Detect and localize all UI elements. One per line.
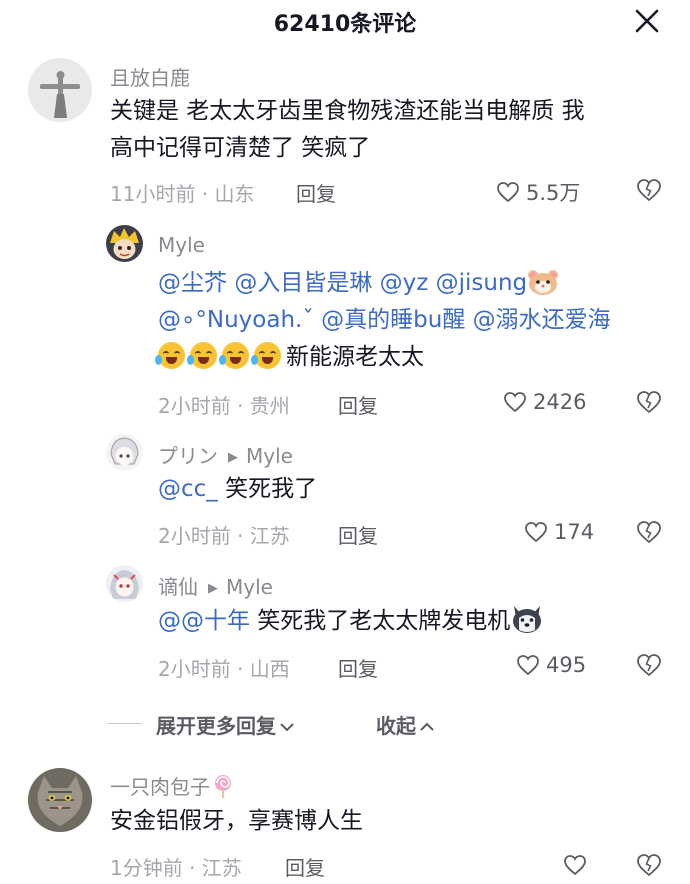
reply-username: プリン ▶ Myle bbox=[158, 440, 293, 469]
reply-text-tail: 新能源老太太 bbox=[286, 344, 424, 370]
reply-body: 笑死我了 bbox=[217, 476, 318, 502]
reply-username[interactable]: Myle bbox=[158, 233, 205, 257]
reply-timestamp: 2小时前 · 山西 bbox=[158, 657, 290, 681]
reply-author[interactable]: 谪仙 bbox=[158, 575, 198, 599]
reply-button[interactable]: 回复 bbox=[338, 520, 378, 549]
thread-controls: 展开更多回复 收起 bbox=[0, 708, 690, 740]
reply-arrow-icon: ▶ bbox=[208, 581, 218, 596]
like-count: 174 bbox=[554, 520, 595, 544]
avatar[interactable] bbox=[106, 225, 143, 262]
crying-laughing-emoji bbox=[251, 342, 281, 369]
hamster-emoji bbox=[528, 270, 559, 295]
like-button[interactable]: 495 bbox=[516, 653, 586, 677]
comment-text-line: 高中记得可清楚了 笑疯了 bbox=[110, 135, 371, 161]
reply-button[interactable]: 回复 bbox=[338, 390, 378, 419]
mention-link[interactable]: @@十年 bbox=[158, 608, 250, 634]
expand-replies-button[interactable]: 展开更多回复 bbox=[156, 710, 295, 739]
divider bbox=[108, 723, 142, 724]
like-count: 2426 bbox=[533, 390, 587, 414]
broken-heart-icon[interactable] bbox=[636, 853, 662, 877]
reply-timestamp: 2小时前 · 贵州 bbox=[158, 394, 290, 418]
reply-username: 谪仙 ▶ Myle bbox=[158, 571, 273, 600]
reply-timestamp: 2小时前 · 江苏 bbox=[158, 524, 290, 548]
mention-link[interactable]: @∘°Nuyoah.ˇ bbox=[158, 307, 314, 333]
reply-body: 笑死我了老太太牌发电机 bbox=[250, 608, 511, 634]
mention-link[interactable]: @入目皆是琳 bbox=[234, 270, 372, 296]
mention-link[interactable]: @尘芥 bbox=[158, 270, 227, 296]
crying-laughing-emoji bbox=[155, 342, 185, 369]
comment-username: 一只肉包子 bbox=[110, 771, 234, 800]
heart-icon bbox=[525, 522, 547, 543]
comment-timestamp: 1分钟前 · 江苏 bbox=[110, 856, 242, 880]
like-count: 495 bbox=[546, 653, 587, 677]
broken-heart-icon[interactable] bbox=[636, 178, 662, 202]
heart-icon bbox=[497, 182, 519, 203]
mention-link[interactable]: @cc_ bbox=[158, 476, 218, 502]
mention-link[interactable]: @真的睡bu醒 bbox=[321, 307, 465, 333]
expand-label: 展开更多回复 bbox=[156, 714, 276, 738]
heart-icon[interactable] bbox=[563, 854, 587, 876]
avatar[interactable] bbox=[28, 768, 92, 832]
reply-button[interactable]: 回复 bbox=[296, 178, 336, 207]
collapse-replies-button[interactable]: 收起 bbox=[376, 710, 435, 739]
comment-text: 安金铝假牙，享赛博人生 bbox=[110, 808, 363, 834]
reply-text: @尘芥 @入目皆是琳 @yz @jisung @∘°Nuyoah.ˇ @真的睡b… bbox=[155, 265, 611, 376]
mention-link[interactable]: @jisung bbox=[436, 270, 528, 296]
avatar[interactable] bbox=[106, 565, 143, 602]
reply-arrow-icon: ▶ bbox=[228, 450, 238, 465]
comment-timestamp: 11小时前 · 山东 bbox=[110, 182, 255, 206]
comments-header: 62410条评论 bbox=[0, 0, 690, 44]
comment-text-line: 关键是 老太太牙齿里食物残渣还能当电解质 我 bbox=[110, 98, 585, 124]
reply-target[interactable]: Myle bbox=[246, 444, 293, 468]
reply-target[interactable]: Myle bbox=[226, 575, 273, 599]
reply-text: @@十年 笑死我了老太太牌发电机 bbox=[158, 603, 544, 640]
comment-count-title: 62410条评论 bbox=[273, 12, 417, 37]
reply-button[interactable]: 回复 bbox=[285, 852, 325, 881]
reply-text-line: @∘°Nuyoah.ˇ @真的睡bu醒 @溺水还爱海 bbox=[158, 302, 611, 339]
like-button[interactable]: 5.5万 bbox=[496, 177, 580, 207]
husky-emoji bbox=[513, 606, 542, 633]
like-button[interactable]: 174 bbox=[524, 520, 594, 544]
like-button[interactable]: 2426 bbox=[503, 390, 586, 414]
heart-icon bbox=[504, 392, 526, 413]
reply-author[interactable]: プリン bbox=[158, 444, 218, 468]
close-icon[interactable] bbox=[634, 8, 660, 34]
avatar[interactable] bbox=[28, 58, 92, 122]
collapse-label: 收起 bbox=[376, 714, 416, 738]
broken-heart-icon[interactable] bbox=[636, 520, 662, 544]
broken-heart-icon[interactable] bbox=[636, 390, 662, 414]
reply-text: @cc_ 笑死我了 bbox=[158, 471, 317, 508]
comment-username[interactable]: 且放白鹿 bbox=[110, 62, 190, 91]
reply-text-line: 新能源老太太 bbox=[155, 339, 611, 376]
broken-heart-icon[interactable] bbox=[636, 653, 662, 677]
lollipop-emoji bbox=[215, 775, 231, 798]
mention-link[interactable]: @yz bbox=[380, 270, 429, 296]
comment-author[interactable]: 一只肉包子 bbox=[110, 775, 210, 799]
mention-link[interactable]: @溺水还爱海 bbox=[473, 307, 611, 333]
chevron-down-icon bbox=[280, 723, 294, 732]
avatar[interactable] bbox=[106, 434, 143, 471]
reply-button[interactable]: 回复 bbox=[338, 653, 378, 682]
chevron-up-icon bbox=[420, 722, 434, 731]
crying-laughing-emoji bbox=[187, 342, 217, 369]
like-count: 5.5万 bbox=[526, 181, 581, 205]
reply-text-line: @尘芥 @入目皆是琳 @yz @jisung bbox=[158, 265, 611, 302]
heart-icon bbox=[517, 655, 539, 676]
comment-text: 关键是 老太太牙齿里食物残渣还能当电解质 我 高中记得可清楚了 笑疯了 bbox=[110, 93, 585, 167]
crying-laughing-emoji bbox=[219, 342, 249, 369]
